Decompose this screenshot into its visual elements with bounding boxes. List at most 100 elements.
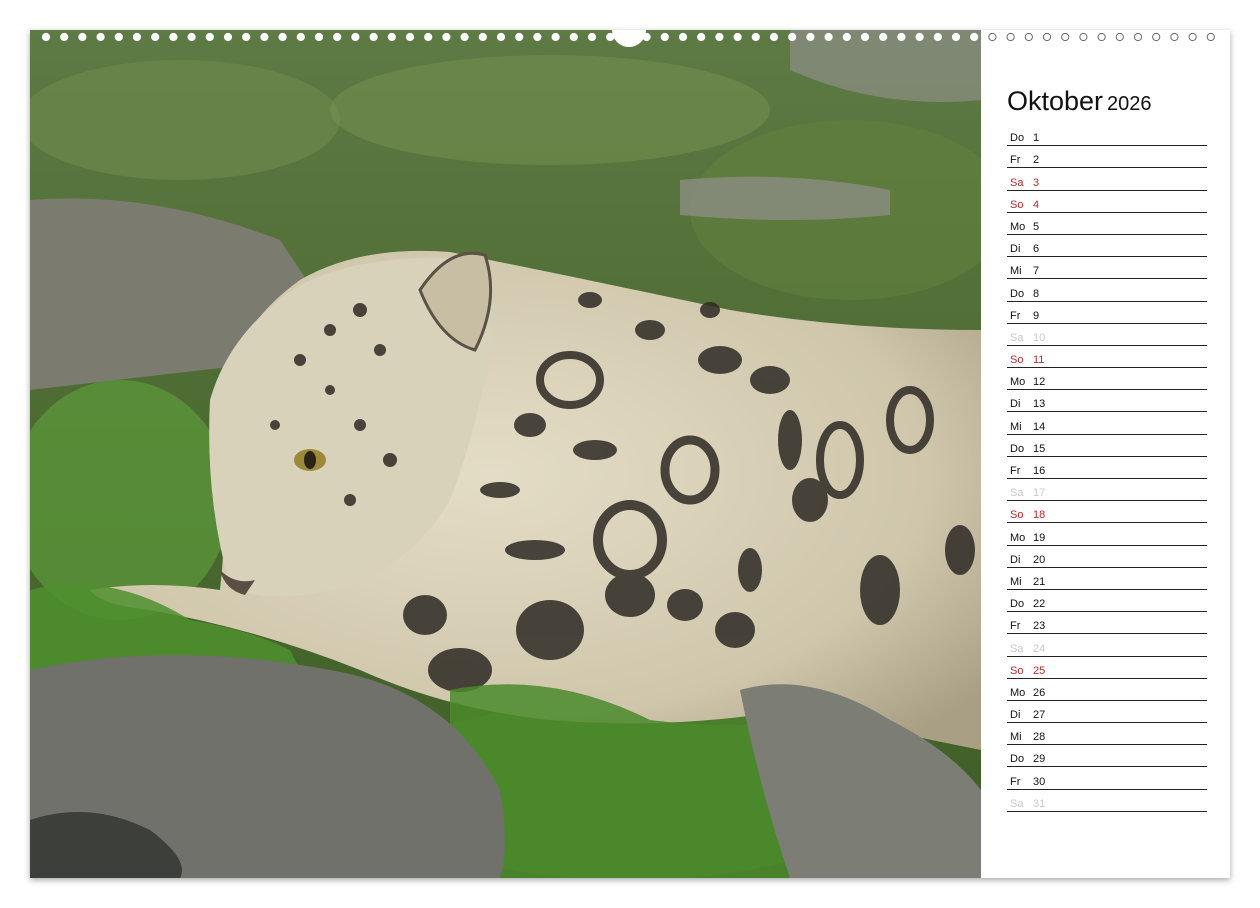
weekday-label: Mi (1010, 575, 1022, 588)
weekday-label: Sa (1010, 331, 1024, 344)
weekday-label: So (1010, 198, 1024, 211)
weekday-label: Do (1010, 132, 1025, 145)
day-row: Mo 19 (1007, 523, 1207, 546)
binding-hole (1188, 32, 1197, 42)
binding-hole (333, 32, 342, 42)
day-row: Do 15 (1007, 435, 1207, 457)
binding-hole (314, 32, 324, 42)
weekday-label: Fr (1010, 154, 1021, 167)
binding-hole (205, 32, 214, 42)
binding-hole (460, 32, 469, 42)
day-number: 23 (1033, 620, 1046, 633)
weekday-label: Do (1010, 442, 1025, 455)
binding-hole (842, 32, 851, 42)
day-row: Mi 28 (1007, 723, 1207, 746)
day-row: So 25 (1007, 657, 1207, 679)
binding-hole (569, 32, 578, 42)
day-number: 22 (1033, 598, 1046, 611)
binding-hole (1170, 32, 1179, 42)
weekday-label: Do (1010, 287, 1025, 300)
day-row: Do 29 (1007, 745, 1207, 768)
day-row: Sa 24 (1007, 634, 1207, 657)
binding-hole (1006, 32, 1015, 42)
binding-hole (478, 32, 487, 42)
day-list: Do 1 Fr 2 Sa 3 So 4 Mo 5 Di 6 Mi 7 Do 8 Fr 9 Sa 10 So 11 Mo 12 D… (1007, 124, 1207, 812)
weekday-label: Fr (1010, 309, 1021, 322)
binding-hole (769, 32, 779, 42)
binding-hole (296, 32, 305, 42)
weekday-label: Sa (1010, 176, 1024, 189)
binding-hole (1024, 32, 1033, 42)
weekday-label: So (1010, 354, 1024, 367)
binding-hole (132, 32, 142, 42)
binding-hole (1206, 32, 1215, 42)
binding-hole (1061, 32, 1070, 42)
day-number: 3 (1033, 176, 1040, 189)
binding-hole (1133, 32, 1143, 42)
day-number: 18 (1033, 509, 1046, 522)
month-name: Oktober (1007, 86, 1104, 116)
day-row: Fr 2 (1007, 146, 1207, 169)
binding-hole (424, 32, 433, 42)
weekday-label: Fr (1010, 775, 1021, 788)
binding-hole (897, 32, 906, 42)
day-number: 31 (1033, 797, 1046, 810)
snow-leopard-photo (30, 30, 981, 878)
binding-hole (587, 32, 597, 42)
binding-hole (788, 32, 797, 42)
binding-hole (405, 32, 415, 42)
weekday-label: Di (1010, 243, 1021, 256)
binding-hole (369, 32, 378, 42)
month-title: Oktober 2026 (1007, 80, 1207, 122)
day-number: 30 (1033, 775, 1046, 788)
binding-hole (1079, 32, 1088, 42)
calendar-page: Oktober 2026 Do 1 Fr 2 Sa 3 So 4 Mo 5 Di 6 Mi 7 Do 8 Fr 9 S… (30, 30, 1230, 878)
day-number: 1 (1033, 132, 1040, 145)
binding-hole (551, 32, 560, 42)
weekday-label: Di (1010, 709, 1021, 722)
binding-hole (60, 32, 69, 42)
day-row: Sa 31 (1007, 790, 1207, 812)
binding-hole (114, 32, 123, 42)
day-number: 27 (1033, 709, 1046, 722)
weekday-label: Fr (1010, 465, 1021, 477)
spiral-binding (30, 30, 1230, 48)
day-number: 10 (1033, 331, 1046, 344)
day-row: Di 20 (1007, 546, 1207, 568)
day-row: Sa 17 (1007, 479, 1207, 502)
weekday-label: Mo (1010, 686, 1026, 699)
hanger-notch (612, 30, 646, 47)
binding-hole (970, 32, 979, 42)
day-number: 2 (1033, 154, 1040, 167)
weekday-label: So (1010, 509, 1024, 522)
binding-hole (278, 32, 287, 42)
binding-hole (187, 32, 196, 42)
day-number: 20 (1033, 553, 1046, 566)
weekday-label: Di (1010, 553, 1021, 566)
day-row: Fr 16 (1007, 457, 1207, 479)
weekday-label: Mo (1010, 376, 1026, 389)
weekday-label: Do (1010, 753, 1025, 766)
day-row: Di 13 (1007, 390, 1207, 413)
day-row: Di 27 (1007, 701, 1207, 724)
binding-hole (678, 32, 688, 42)
day-row: So 4 (1007, 191, 1207, 213)
weekday-label: Mo (1010, 220, 1026, 233)
day-number: 7 (1033, 265, 1040, 278)
day-number: 17 (1033, 487, 1046, 500)
day-number: 21 (1033, 575, 1046, 588)
day-number: 6 (1033, 243, 1040, 256)
binding-hole (78, 32, 87, 42)
day-row: Fr 30 (1007, 767, 1207, 790)
binding-hole (751, 32, 760, 42)
binding-hole (41, 32, 51, 42)
day-row: Mi 7 (1007, 257, 1207, 280)
binding-hole (260, 32, 269, 42)
day-row: Fr 9 (1007, 302, 1207, 324)
weekday-label: Mo (1010, 531, 1026, 544)
day-row: Do 1 (1007, 124, 1207, 147)
weekday-label: So (1010, 664, 1024, 677)
day-number: 4 (1033, 198, 1040, 211)
weekday-label: Mi (1010, 731, 1022, 744)
snow-leopard-icon (30, 30, 981, 878)
